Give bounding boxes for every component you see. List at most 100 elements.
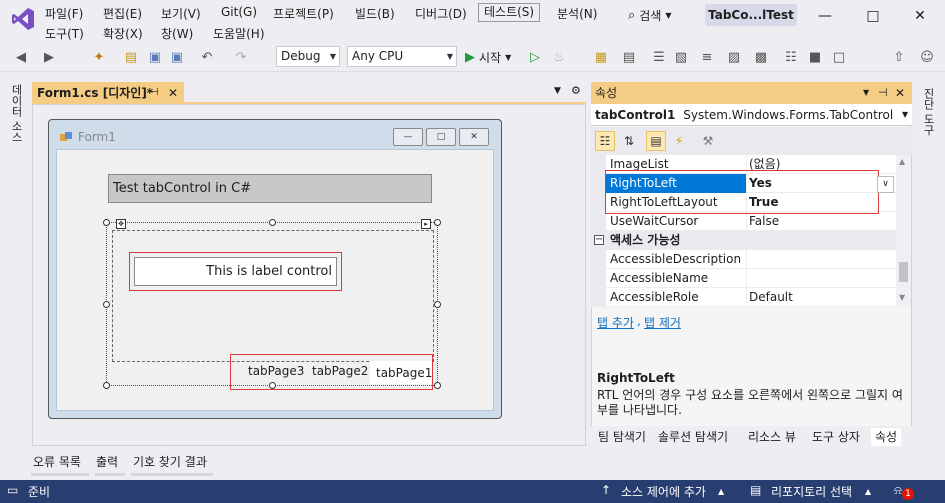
tab-solution-explorer[interactable]: 솔루션 탐색기 bbox=[654, 428, 732, 446]
menu-project[interactable]: 프로젝트(P) bbox=[273, 5, 334, 22]
move-handle-icon[interactable]: ✥ bbox=[116, 219, 126, 229]
close-window-button[interactable]: ✕ bbox=[900, 2, 940, 30]
menu-git[interactable]: Git(G) bbox=[221, 5, 257, 19]
property-row-usewaitcursor[interactable]: UseWaitCursor False bbox=[591, 212, 896, 231]
feedback-icon[interactable]: ☺ bbox=[918, 48, 936, 66]
chevron-down-icon: ∨ bbox=[882, 179, 889, 189]
object-selector[interactable]: tabControl1 System.Windows.Forms.TabCont… bbox=[591, 104, 912, 126]
chevron-down-icon[interactable]: ▼ bbox=[863, 82, 869, 104]
grid-icon[interactable]: ▩ bbox=[752, 48, 770, 66]
property-row-accessiblename[interactable]: AccessibleName bbox=[591, 269, 896, 288]
properties-toolbar bbox=[591, 127, 912, 155]
tab-output[interactable]: 출력 bbox=[96, 453, 118, 475]
property-name: AccessibleDescription bbox=[610, 252, 742, 266]
size-icon[interactable]: ▧ bbox=[672, 48, 690, 66]
property-value-dropdown[interactable]: ∨ bbox=[877, 176, 894, 193]
menu-tools[interactable]: 도구(T) bbox=[45, 25, 84, 42]
tab-team-explorer[interactable]: 팀 탐색기 bbox=[594, 428, 650, 446]
menu-debug[interactable]: 디버그(D) bbox=[415, 5, 467, 22]
redo-icon[interactable]: ↷ bbox=[232, 48, 250, 66]
alphabetical-icon[interactable]: ⇅ bbox=[619, 131, 639, 151]
layout-icon[interactable]: ▤ bbox=[620, 48, 638, 66]
resize-handle[interactable] bbox=[434, 301, 441, 308]
title-label-control[interactable]: Test tabControl in C# bbox=[108, 174, 432, 203]
save-icon[interactable]: ▣ bbox=[146, 48, 164, 66]
menu-window[interactable]: 창(W) bbox=[161, 25, 193, 42]
platform-select[interactable]: Any CPU ▼ bbox=[347, 46, 457, 67]
smart-tag-icon[interactable]: ▸ bbox=[421, 219, 431, 229]
resize-handle[interactable] bbox=[103, 382, 110, 389]
tab-resource-view[interactable]: 리소스 뷰 bbox=[744, 428, 800, 446]
hot-reload-icon[interactable]: ♨ bbox=[550, 48, 568, 66]
align-icon[interactable]: ☰ bbox=[650, 48, 668, 66]
gear-icon[interactable]: ⚙ bbox=[571, 84, 581, 97]
resize-handle[interactable] bbox=[103, 301, 110, 308]
spacing-icon[interactable]: ≡ bbox=[698, 48, 716, 66]
select-repository-button[interactable]: 리포지토리 선택 bbox=[771, 483, 852, 500]
diagnostic-tools-tab[interactable]: 진단 도구 bbox=[920, 88, 936, 148]
maximize-button[interactable]: □ bbox=[853, 2, 893, 30]
collapse-icon[interactable]: − bbox=[594, 235, 604, 245]
tab-list-dropdown-icon[interactable]: ▼ bbox=[554, 86, 561, 96]
resize-handle[interactable] bbox=[434, 382, 441, 389]
properties-view-icon[interactable]: ▤ bbox=[646, 131, 666, 151]
menu-test[interactable]: 테스트(S) bbox=[478, 3, 541, 22]
pin-icon[interactable]: ⊣ bbox=[150, 82, 159, 104]
undo-icon[interactable]: ↶ bbox=[198, 48, 216, 66]
resize-handle[interactable] bbox=[434, 219, 441, 226]
send-back-icon[interactable]: □ bbox=[830, 48, 848, 66]
close-panel-icon[interactable]: ✕ bbox=[895, 82, 905, 104]
close-tab-icon[interactable]: ✕ bbox=[168, 82, 178, 104]
property-grid-scrollbar[interactable]: ▲ ▼ bbox=[896, 155, 911, 307]
navigate-back-icon[interactable]: ◀ bbox=[12, 48, 30, 66]
tabs-highlight-box bbox=[230, 354, 433, 390]
tab-page-panel[interactable] bbox=[112, 230, 434, 362]
order-icon[interactable]: ▨ bbox=[725, 48, 743, 66]
notifications-bell-icon[interactable]: ⍾ bbox=[894, 483, 902, 498]
start-without-debugging-icon[interactable]: ▷ bbox=[526, 48, 544, 66]
menu-help[interactable]: 도움말(H) bbox=[213, 25, 265, 42]
navigate-forward-icon[interactable]: ▶ bbox=[40, 48, 58, 66]
scrollbar-thumb[interactable] bbox=[899, 262, 908, 282]
menu-analyze[interactable]: 분석(N) bbox=[557, 5, 597, 22]
scroll-down-icon[interactable]: ▼ bbox=[899, 293, 905, 302]
tab-find-symbol-results[interactable]: 기호 찾기 결과 bbox=[133, 453, 207, 475]
resize-handle[interactable] bbox=[103, 219, 110, 226]
form-close-button: ✕ bbox=[459, 128, 489, 146]
resize-handle[interactable] bbox=[269, 219, 276, 226]
scroll-up-icon[interactable]: ▲ bbox=[899, 157, 905, 166]
tab-toolbox[interactable]: 도구 상자 bbox=[808, 428, 864, 446]
tab-order-icon[interactable]: ☷ bbox=[782, 48, 800, 66]
search-button[interactable]: ⌕ 검색 ▼ bbox=[624, 4, 694, 26]
pin-icon[interactable]: ⊣ bbox=[878, 82, 888, 104]
open-folder-icon[interactable]: ▤ bbox=[122, 48, 140, 66]
bring-front-icon[interactable]: ■ bbox=[806, 48, 824, 66]
property-category-accessibility[interactable]: − 액세스 가능성 bbox=[591, 231, 896, 250]
live-share-icon[interactable]: ⇧ bbox=[890, 48, 908, 66]
menu-build[interactable]: 빌드(B) bbox=[355, 5, 395, 22]
document-tab-form1-designer[interactable]: Form1.cs [디자인]* ⊣ ✕ bbox=[32, 82, 184, 104]
add-tab-link[interactable]: 탭 추가 bbox=[597, 314, 634, 331]
remove-tab-link[interactable]: 탭 제거 bbox=[644, 314, 681, 331]
categorized-icon[interactable]: ☷ bbox=[595, 131, 615, 151]
property-row-accessibledescription[interactable]: AccessibleDescription bbox=[591, 250, 896, 269]
minimize-button[interactable]: — bbox=[805, 2, 845, 30]
configuration-select[interactable]: Debug ▼ bbox=[276, 46, 340, 67]
tab-error-list[interactable]: 오류 목록 bbox=[33, 453, 81, 475]
new-project-icon[interactable]: ✦ bbox=[90, 48, 108, 66]
start-button[interactable]: ▶ 시작 ▼ bbox=[465, 47, 511, 67]
category-label: 액세스 가능성 bbox=[610, 233, 681, 247]
save-all-icon[interactable]: ▣ bbox=[168, 48, 186, 66]
menu-view[interactable]: 보기(V) bbox=[161, 5, 201, 22]
menu-file[interactable]: 파일(F) bbox=[45, 5, 83, 22]
menu-edit[interactable]: 편집(E) bbox=[103, 5, 142, 22]
add-to-source-control-button[interactable]: 소스 제어에 추가 bbox=[621, 483, 706, 500]
object-type: System.Windows.Forms.TabControl bbox=[683, 108, 894, 122]
menu-extensions[interactable]: 확장(X) bbox=[103, 25, 143, 42]
solution-explorer-icon[interactable]: ▦ bbox=[592, 48, 610, 66]
events-icon[interactable]: ⚡ bbox=[669, 131, 689, 151]
property-pages-icon[interactable]: ⚒ bbox=[698, 131, 718, 151]
tab-properties[interactable]: 속성 bbox=[871, 428, 902, 446]
property-row-accessiblerole[interactable]: AccessibleRole Default bbox=[591, 288, 896, 307]
data-sources-tab[interactable]: 데이터 소스 bbox=[8, 84, 24, 148]
